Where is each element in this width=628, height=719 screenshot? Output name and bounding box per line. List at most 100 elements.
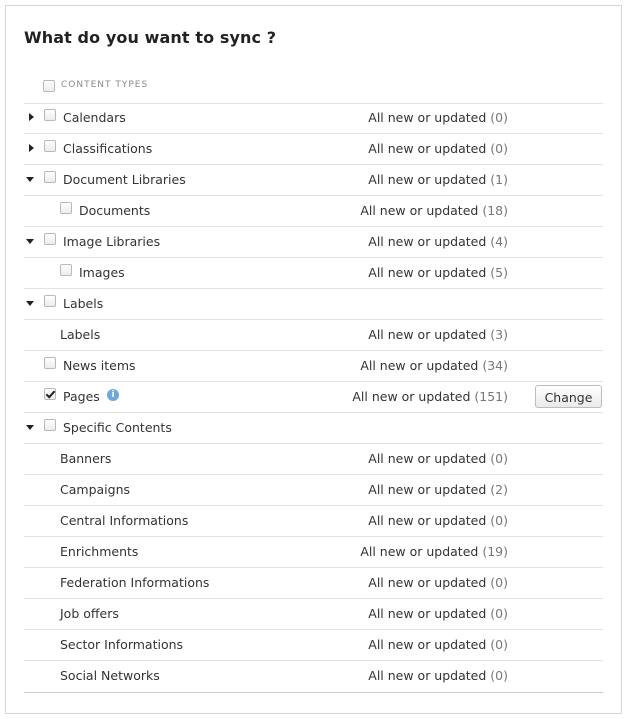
social-networks-label: Social Networks xyxy=(60,668,160,683)
list-item-specific-contents: Specific Contents xyxy=(24,413,603,444)
image-libraries-label: Image Libraries xyxy=(63,234,161,249)
enrichments-sync-status: All new or updated (19) xyxy=(360,544,508,559)
image-libraries-checkbox[interactable] xyxy=(44,233,56,245)
image-libraries-sync-status: All new or updated (4) xyxy=(368,234,508,249)
sync-count: (3) xyxy=(490,327,508,342)
list-item-enrichments: Enrichments All new or updated (19) xyxy=(24,537,603,568)
list-item-banners: Banners All new or updated (0) xyxy=(24,444,603,475)
document-libraries-sync-status: All new or updated (1) xyxy=(368,172,508,187)
list-item-news-items: News items All new or updated (34) xyxy=(24,351,603,382)
change-button[interactable]: Change xyxy=(535,385,602,408)
caret-right-icon[interactable] xyxy=(26,112,36,122)
sync-status-text: All new or updated xyxy=(368,234,487,249)
sync-count: (2) xyxy=(490,482,508,497)
sync-count: (19) xyxy=(482,544,508,559)
labels-sync-status: All new or updated (3) xyxy=(368,327,508,342)
list-item-social-networks: Social Networks All new or updated (0) xyxy=(24,661,603,692)
sector-informations-label: Sector Informations xyxy=(60,637,184,652)
calendars-label: Calendars xyxy=(63,110,126,125)
sync-status-text: All new or updated xyxy=(368,513,487,528)
calendars-sync-status: All new or updated (0) xyxy=(368,110,508,125)
sync-status-text: All new or updated xyxy=(368,141,487,156)
images-checkbox[interactable] xyxy=(60,264,72,276)
sync-status-text: All new or updated xyxy=(368,637,487,652)
list-item-federation-informations: Federation Informations All new or update… xyxy=(24,568,603,599)
list-item-central-informations: Central Informations All new or updated (… xyxy=(24,506,603,537)
list-item-documents: Documents All new or updated (18) xyxy=(24,196,603,227)
sync-count: (18) xyxy=(482,203,508,218)
sync-status-text: All new or updated xyxy=(368,451,487,466)
sync-status-text: All new or updated xyxy=(368,668,487,683)
sync-count: (151) xyxy=(474,389,508,404)
list-item-sector-informations: Sector Informations All new or updated (0… xyxy=(24,630,603,661)
caret-right-icon[interactable] xyxy=(26,143,36,153)
images-sync-status: All new or updated (5) xyxy=(368,265,508,280)
caret-down-icon[interactable] xyxy=(26,174,36,184)
federation-informations-sync-status: All new or updated (0) xyxy=(368,575,508,590)
job-offers-label: Job offers xyxy=(60,606,119,621)
sync-count: (4) xyxy=(490,234,508,249)
sync-status-text: All new or updated xyxy=(360,544,479,559)
classifications-sync-status: All new or updated (0) xyxy=(368,141,508,156)
pages-checkbox[interactable] xyxy=(44,388,56,400)
sync-count: (1) xyxy=(490,172,508,187)
specific-contents-checkbox[interactable] xyxy=(44,419,56,431)
list-item-document-libraries: Document Libraries All new or updated (1) xyxy=(24,165,603,196)
news-items-label: News items xyxy=(63,358,136,373)
news-items-checkbox[interactable] xyxy=(44,357,56,369)
caret-down-icon[interactable] xyxy=(26,236,36,246)
list-item-labels-group: Labels xyxy=(24,289,603,320)
campaigns-sync-status: All new or updated (2) xyxy=(368,482,508,497)
list-item-classifications: Classifications All new or updated (0) xyxy=(24,134,603,165)
pages-sync-status: All new or updated (151) xyxy=(352,389,508,404)
documents-sync-status: All new or updated (18) xyxy=(360,203,508,218)
enrichments-label: Enrichments xyxy=(60,544,139,559)
classifications-label: Classifications xyxy=(63,141,153,156)
labels-group-checkbox[interactable] xyxy=(44,295,56,307)
sync-count: (0) xyxy=(490,141,508,156)
sync-status-text: All new or updated xyxy=(360,358,479,373)
sync-status-text: All new or updated xyxy=(368,172,487,187)
social-networks-sync-status: All new or updated (0) xyxy=(368,668,508,683)
sync-status-text: All new or updated xyxy=(360,203,479,218)
central-informations-label: Central Informations xyxy=(60,513,189,528)
banners-label: Banners xyxy=(60,451,112,466)
documents-checkbox[interactable] xyxy=(60,202,72,214)
list-item-calendars: Calendars All new or updated (0) xyxy=(24,103,603,134)
banners-sync-status: All new or updated (0) xyxy=(368,451,508,466)
sync-count: (0) xyxy=(490,451,508,466)
calendars-checkbox[interactable] xyxy=(44,109,56,121)
list-item-image-libraries: Image Libraries All new or updated (4) xyxy=(24,227,603,258)
content-types-label: CONTENT TYPES xyxy=(61,80,149,90)
content-types-list: Calendars All new or updated (0) Classific… xyxy=(24,103,603,693)
list-item-campaigns: Campaigns All new or updated (2) xyxy=(24,475,603,506)
documents-label: Documents xyxy=(79,203,151,218)
content-types-header: CONTENT TYPES xyxy=(24,76,603,104)
select-all-checkbox[interactable] xyxy=(43,80,55,92)
info-icon[interactable]: i xyxy=(107,389,119,401)
classifications-checkbox[interactable] xyxy=(44,140,56,152)
images-label: Images xyxy=(79,265,125,280)
list-item-job-offers: Job offers All new or updated (0) xyxy=(24,599,603,630)
page-title: What do you want to sync ? xyxy=(24,28,277,47)
sync-count: (0) xyxy=(490,637,508,652)
sync-status-text: All new or updated xyxy=(368,110,487,125)
list-item-labels: Labels All new or updated (3) xyxy=(24,320,603,351)
sync-status-text: All new or updated xyxy=(368,606,487,621)
sync-count: (5) xyxy=(490,265,508,280)
specific-contents-label: Specific Contents xyxy=(63,420,172,435)
caret-down-icon[interactable] xyxy=(26,422,36,432)
sync-status-text: All new or updated xyxy=(368,265,487,280)
document-libraries-checkbox[interactable] xyxy=(44,171,56,183)
sync-count: (0) xyxy=(490,110,508,125)
caret-down-icon[interactable] xyxy=(26,298,36,308)
labels-group-label: Labels xyxy=(63,296,104,311)
sync-count: (0) xyxy=(490,575,508,590)
news-items-sync-status: All new or updated (34) xyxy=(360,358,508,373)
sync-status-text: All new or updated xyxy=(352,389,471,404)
sync-status-text: All new or updated xyxy=(368,327,487,342)
pages-label: Pages xyxy=(63,389,100,404)
document-libraries-label: Document Libraries xyxy=(63,172,186,187)
labels-label: Labels xyxy=(60,327,101,342)
job-offers-sync-status: All new or updated (0) xyxy=(368,606,508,621)
